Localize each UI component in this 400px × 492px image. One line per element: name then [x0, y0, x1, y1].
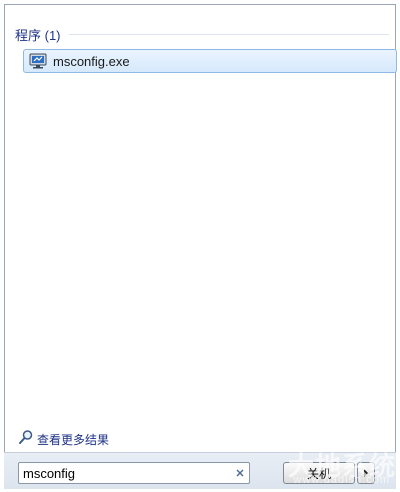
result-label: msconfig.exe [53, 53, 130, 69]
see-more-results-label: 查看更多结果 [37, 432, 110, 447]
programs-section-header: 程序 (1) [15, 25, 389, 43]
programs-section-title: 程序 (1) [15, 27, 61, 43]
result-item-msconfig[interactable]: msconfig.exe [23, 49, 397, 73]
search-icon [18, 429, 34, 450]
close-icon [236, 469, 244, 477]
start-menu-panel: 程序 (1) msconfig.exe 查看更多结果 [4, 4, 397, 488]
search-input[interactable] [19, 464, 231, 482]
system-config-icon [29, 53, 47, 69]
clear-search-button[interactable] [231, 464, 249, 482]
shutdown-label: 关机 [306, 466, 331, 481]
search-box [18, 462, 250, 484]
section-divider [68, 33, 389, 35]
shutdown-options-button[interactable] [357, 462, 375, 484]
chevron-right-icon [364, 469, 368, 477]
see-more-results-link[interactable]: 查看更多结果 [18, 429, 110, 450]
shutdown-button[interactable]: 关机 [283, 462, 355, 484]
